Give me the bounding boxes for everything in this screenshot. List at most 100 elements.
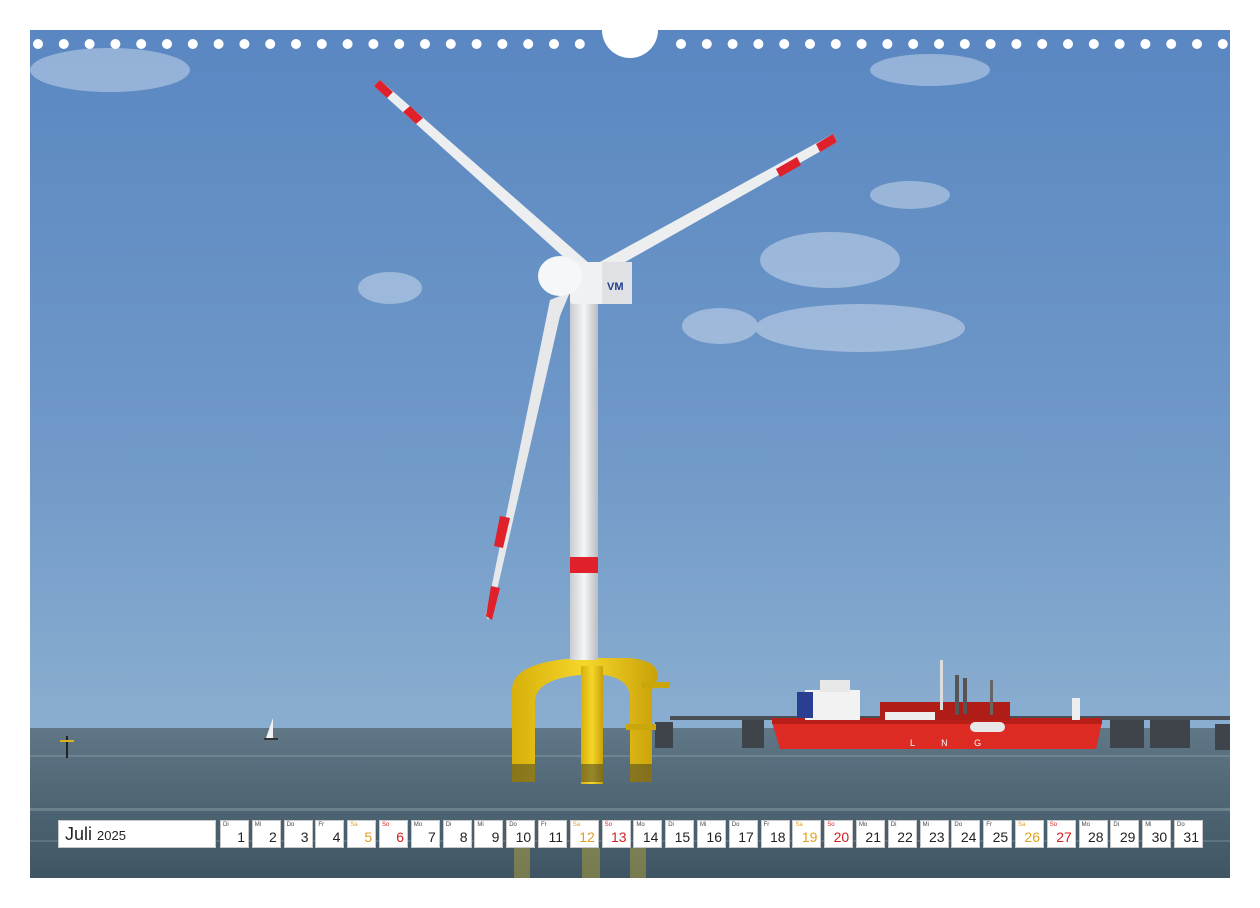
calendar-day-24: Do 24 [951,820,981,848]
weekday-abbr: Sa [572,822,581,828]
calendar-day-14: Mo 14 [633,820,663,848]
weekday-abbr: Mi [477,822,484,828]
calendar-day-30: Mi 30 [1142,820,1172,848]
day-number: 4 [332,829,341,845]
weekday-abbr: Fr [318,822,325,828]
day-number: 27 [1056,829,1072,845]
calendar-day-5: Sa 5 [347,820,377,848]
weekday-abbr: Do [286,822,295,828]
day-number: 9 [491,829,500,845]
calendar-day-15: Di 15 [665,820,695,848]
weekday-abbr: So [382,822,390,828]
ship-marking: L N G [910,738,993,748]
day-number: 1 [237,829,245,845]
weekday-abbr: Do [1177,822,1185,828]
turbine-logo: VM [607,281,624,293]
day-number: 20 [833,829,850,845]
calendar-day-12: Sa 12 [569,820,599,848]
weekday-abbr: Mo [1081,822,1090,828]
calendar-day-6: So 6 [379,820,408,848]
turbine-tower [570,302,598,660]
month-name: Juli [65,823,93,844]
day-number: 21 [865,829,881,845]
calendar-day-19: Sa 19 [792,820,822,848]
calendar-day-21: Mo 21 [856,820,885,848]
calendar-day-4: Fr 4 [315,820,345,848]
calendar-day-28: Mo 28 [1078,820,1108,848]
day-number: 2 [269,829,277,845]
calendar-day-31: Do 31 [1174,820,1203,848]
day-number: 18 [770,829,786,845]
calendar-day-9: Mi 9 [474,820,504,848]
day-number: 3 [300,829,309,845]
calendar-day-29: Di 29 [1110,820,1140,848]
day-number: 10 [515,829,532,845]
calendar-day-23: Mi 23 [919,820,949,848]
calendar-day-2: Mi 2 [251,820,281,848]
day-number: 15 [674,829,691,845]
weekday-abbr: Do [731,822,740,828]
weekday-abbr: Mo [636,822,645,828]
day-number: 29 [1119,829,1136,845]
day-number: 24 [960,829,977,845]
weekday-abbr: Mi [1145,822,1152,828]
day-number: 19 [801,829,818,845]
calendar-day-16: Mi 16 [697,820,726,848]
calendar-day-11: Fr 11 [538,820,567,848]
weekday-abbr: Mi [254,822,262,828]
calendar-day-20: So 20 [824,820,854,848]
day-number: 11 [548,829,563,845]
month-label: Juli 2025 [58,820,216,848]
day-number: 17 [738,829,754,845]
calendar-day-17: Do 17 [728,820,758,848]
calendar-day-18: Fr 18 [760,820,790,848]
weekday-abbr: Mi [922,822,929,828]
calendar-bar: Juli 2025 Di 1 Mi 2 Do 3 Fr 4 Sa 5 So 6 Mo 7 Di 8 Mi 9 Do 1… [58,820,1204,850]
weekday-abbr: So [827,822,835,828]
day-number: 5 [364,829,373,845]
day-number: 6 [396,829,404,845]
weekday-abbr: Fr [763,822,770,828]
weekday-abbr: So [1049,822,1058,828]
day-number: 14 [642,829,659,845]
weekday-abbr: Do [954,822,963,828]
calendar-day-3: Do 3 [283,820,313,848]
day-number: 25 [992,829,1009,845]
calendar-day-26: Sa 26 [1015,820,1044,848]
day-number: 28 [1088,829,1104,845]
weekday-abbr: Mo [413,822,423,828]
calendar-day-13: So 13 [601,820,631,848]
photo-scene: L N G VM [30,30,1230,878]
weekday-abbr: Sa [795,822,803,828]
day-number: 7 [428,829,436,845]
day-number: 31 [1183,829,1199,845]
calendar-day-1: Di 1 [220,820,249,848]
weekday-abbr: Fr [986,822,992,828]
calendar-day-10: Do 10 [506,820,536,848]
calendar-day-7: Mo 7 [410,820,440,848]
weekday-abbr: Di [1113,822,1120,828]
calendar-day-8: Di 8 [442,820,472,848]
day-number: 30 [1151,829,1168,845]
day-number: 26 [1024,829,1040,845]
sky [30,30,1230,730]
day-number: 22 [897,829,913,845]
weekday-abbr: Do [509,822,517,828]
calendar-day-25: Fr 25 [983,820,1013,848]
day-number: 8 [459,829,468,845]
weekday-abbr: Di [668,822,674,828]
weekday-abbr: So [604,822,612,828]
weekday-abbr: Di [223,822,229,828]
day-number: 16 [706,829,722,845]
day-number: 13 [611,829,627,845]
weekday-abbr: Mo [859,822,868,828]
weekday-abbr: Sa [1018,822,1026,828]
calendar-day-27: So 27 [1046,820,1076,848]
weekday-abbr: Di [445,822,452,828]
day-number: 23 [929,829,945,845]
weekday-abbr: Sa [350,822,358,828]
weekday-abbr: Di [890,822,897,828]
photo-wind-turbine-and-lng-tanker: L N G VM [30,30,1230,878]
month-year: 2025 [97,828,126,843]
weekday-abbr: Fr [541,822,547,828]
